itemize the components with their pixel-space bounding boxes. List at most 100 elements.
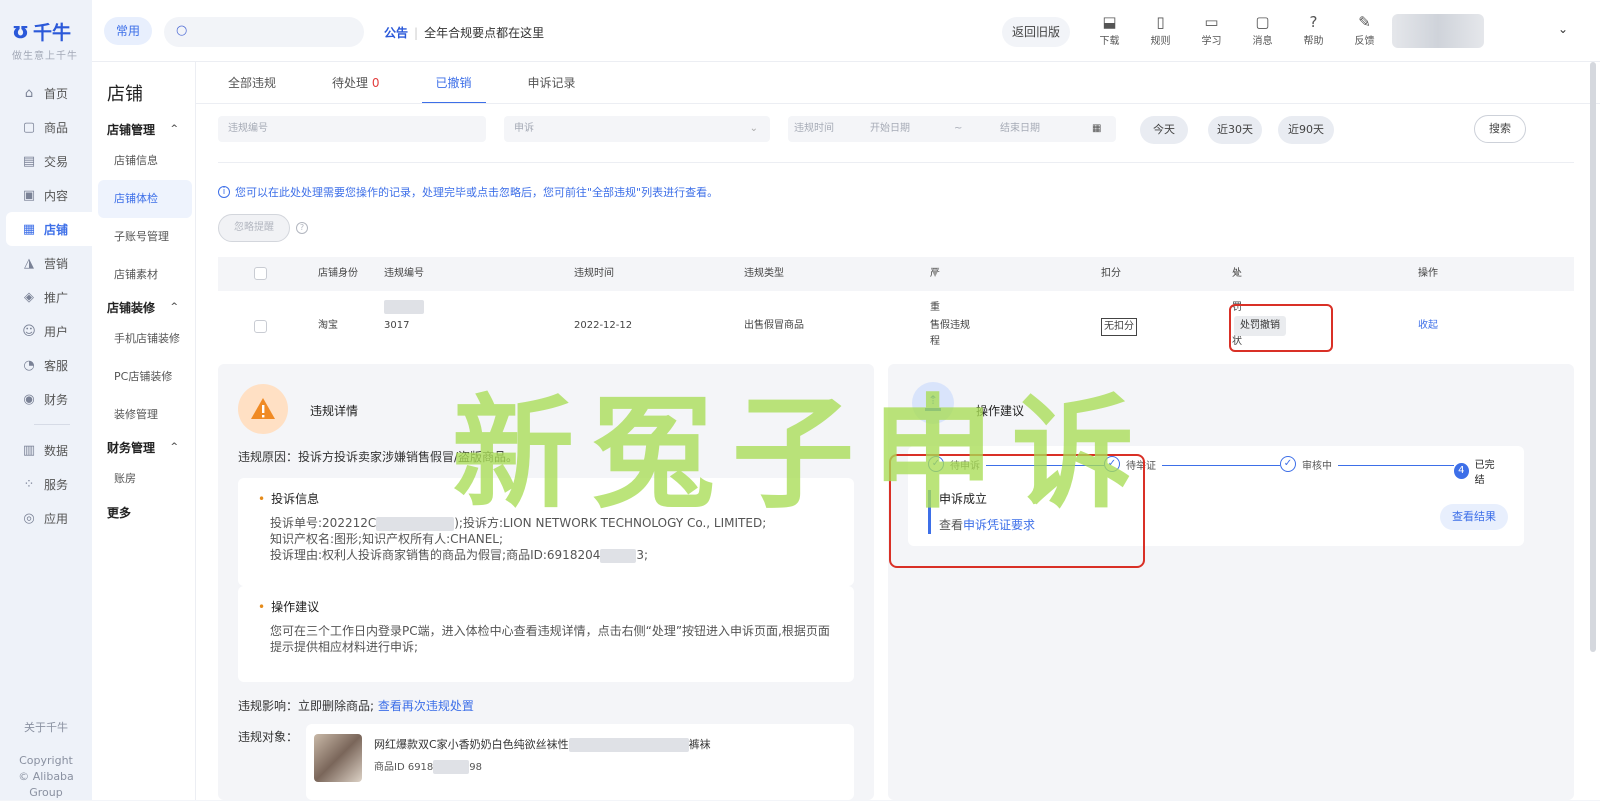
check-icon: ✓: [1280, 456, 1296, 472]
subnav-item[interactable]: PC店铺装修: [98, 358, 192, 396]
col-identity: 店铺身份: [318, 268, 358, 279]
nav-item-finance[interactable]: ◉ 财务: [6, 382, 92, 416]
ignore-reminder-button[interactable]: 忽略提醒: [218, 214, 290, 242]
filter-icon[interactable]: ▼: [1234, 257, 1240, 291]
scrollbar[interactable]: [1590, 62, 1596, 652]
step-reviewing: ✓ 审核中: [1280, 456, 1338, 472]
today-button[interactable]: 今天: [1140, 116, 1188, 144]
chevron-down-icon: ⌄: [749, 123, 758, 134]
calendar-icon[interactable]: ▦: [1092, 116, 1101, 142]
subnav-item[interactable]: 账房: [98, 460, 192, 498]
subnav-item[interactable]: 店铺素材: [98, 256, 192, 294]
toolbar-feedback-button[interactable]: ✎ 反馈: [1339, 12, 1390, 47]
user-icon: ☺: [22, 323, 36, 339]
user-avatar[interactable]: [1392, 14, 1484, 48]
col-violation-type: 违规类型: [744, 268, 784, 279]
nav-item-content[interactable]: ▣ 内容: [6, 178, 92, 212]
violation-impact: 违规影响：立即删除商品; 查看再次违规处置: [238, 697, 474, 714]
redacted-block: [600, 548, 637, 563]
promote-icon: ◈: [24, 289, 34, 305]
subnav-item[interactable]: 装修管理: [98, 396, 192, 434]
nav-item-data[interactable]: ▥ 数据: [6, 433, 92, 467]
toolbar-label: 下载: [1099, 36, 1120, 47]
select-all-checkbox[interactable]: [254, 267, 267, 280]
violation-id-input[interactable]: 违规编号: [218, 116, 486, 142]
nav-item-label: 推广: [44, 290, 69, 305]
chevron-up-icon: ^: [170, 442, 178, 452]
toolbar-label: 帮助: [1303, 36, 1324, 47]
copyright-line-2: © Alibaba Group: [18, 770, 74, 799]
subnav-item[interactable]: 店铺信息: [98, 142, 192, 180]
subnav-group[interactable]: 财务管理 ^: [92, 434, 196, 460]
subnav-group[interactable]: 店铺管理 ^: [92, 116, 196, 142]
start-date-input[interactable]: 开始日期: [870, 116, 910, 142]
last-30-days-button[interactable]: 近30天: [1208, 116, 1262, 144]
search-input[interactable]: ○: [164, 17, 364, 47]
learn-icon: ▭: [1204, 13, 1219, 31]
filter-icon[interactable]: ▼: [932, 257, 938, 291]
nav-item-trade[interactable]: ▤ 交易: [6, 144, 92, 178]
product-thumbnail[interactable]: [314, 734, 362, 782]
violation-target-card[interactable]: 网红爆款双C家小香奶奶白色纯欲丝袜性 裤袜 商品ID 6918 98: [306, 724, 854, 800]
subnav-group[interactable]: 店铺装修 ^: [92, 294, 196, 320]
toolbar-message-button[interactable]: ▢ 消息: [1237, 12, 1288, 47]
tab-bar: 全部违规 待处理 0 已撤销 申诉记录: [228, 62, 632, 104]
impact-text: 立即删除商品;: [298, 699, 375, 713]
redacted-block: [433, 760, 470, 774]
row-checkbox[interactable]: [254, 320, 267, 333]
toolbar-learn-button[interactable]: ▭ 学习: [1186, 12, 1237, 47]
operation-advice-card: • 操作建议 您可在三个工作日内登录PC端，进入体检中心查看违规详情，点击右侧“处…: [238, 586, 854, 682]
nav-item-marketing[interactable]: ◮ 营销: [6, 246, 92, 280]
highlight-box-result: [889, 454, 1145, 568]
about-link[interactable]: 关于千牛: [0, 719, 92, 735]
cell-severity: 售假违规: [930, 320, 970, 331]
subnav-list: 店铺管理 ^ 店铺信息 店铺体检 子账号管理 店铺素材 店铺装修 ^ 手机店铺装修 PC店铺装修装…: [92, 116, 196, 528]
tab-pending[interactable]: 待处理 0: [332, 62, 379, 104]
subnav-item[interactable]: 店铺体检: [98, 180, 192, 218]
tab-all-violations[interactable]: 全部违规: [228, 62, 276, 104]
advice-line-2: 提示提供相应材料进行申诉;: [270, 640, 419, 654]
complaint-info-card: • 投诉信息 投诉单号:202212C);投诉方:LION NETWORK TEC…: [238, 478, 854, 586]
collapse-link[interactable]: 收起: [1418, 300, 1438, 352]
end-date-input[interactable]: 结束日期: [1000, 116, 1040, 142]
subnav-group-label: 店铺装修: [107, 300, 156, 315]
notice-bar[interactable]: 公告 | 全年合规要点都在这里: [384, 24, 544, 41]
subnav-item[interactable]: 子账号管理: [98, 218, 192, 256]
violation-reason: 违规原因：投诉方投诉卖家涉嫌销售假冒/盗版商品。: [238, 450, 519, 464]
step-completed: 4 已完结: [1454, 456, 1508, 486]
subnav-group-label: 店铺管理: [107, 122, 156, 137]
warning-icon: [238, 384, 288, 434]
nav-item-promote[interactable]: ◈ 推广: [6, 280, 92, 314]
subnav-more[interactable]: 更多: [92, 498, 196, 528]
view-result-button[interactable]: 查看结果: [1440, 504, 1508, 530]
search-button[interactable]: 搜索: [1474, 115, 1526, 143]
subnav-item[interactable]: 手机店铺装修: [98, 320, 192, 358]
tab-appeal-records[interactable]: 申诉记录: [528, 62, 576, 104]
qianniu-logo[interactable]: ʊ 千牛 做生意上千牛: [12, 18, 84, 62]
nav-item-goods[interactable]: ▢ 商品: [6, 110, 92, 144]
nav-item-service[interactable]: ◔ 客服: [6, 348, 92, 382]
brand-slogan: 做生意上千牛: [12, 51, 78, 62]
common-button[interactable]: 常用: [104, 17, 152, 45]
col-violation-id: 违规编号: [384, 268, 424, 279]
nav-item-shop[interactable]: ▦ 店铺: [6, 212, 92, 246]
tab-revoked[interactable]: 已撤销: [421, 62, 486, 104]
old-version-button[interactable]: 返回旧版: [1002, 17, 1070, 47]
toolbar-help-button[interactable]: ? 帮助: [1288, 12, 1339, 47]
toolbar-rules-button[interactable]: ▯ 规则: [1135, 12, 1186, 47]
nav-item-apps[interactable]: ◎ 应用: [6, 501, 92, 535]
date-range-picker[interactable]: 违规时间 开始日期 ~ 结束日期 ▦: [788, 116, 1116, 142]
violation-type-select[interactable]: 申诉 ⌄: [504, 116, 770, 142]
complaint-line-3: 投诉理由:权利人投诉商家销售的商品为假冒;商品ID:6918204 3;: [270, 548, 649, 563]
top-bar: 常用 ○ 公告 | 全年合规要点都在这里 返回旧版 ⬓ 下载 ▯ 规则 ▭ 学习 ▢ 消息? 帮…: [92, 0, 1600, 62]
redacted-block: [384, 300, 424, 314]
nav-item-user[interactable]: ☺ 用户: [6, 314, 92, 348]
repeat-violation-link[interactable]: 查看再次违规处置: [378, 699, 474, 713]
last-90-days-button[interactable]: 近90天: [1278, 116, 1334, 144]
chevron-down-icon[interactable]: ⌄: [1558, 22, 1568, 36]
nav-item-home[interactable]: ⌂ 首页: [6, 76, 92, 110]
help-icon[interactable]: ?: [296, 222, 308, 234]
nav-item-services[interactable]: ⁘ 服务: [6, 467, 92, 501]
toolbar-download-button[interactable]: ⬓ 下载: [1084, 12, 1135, 47]
nav-item-label: 内容: [44, 188, 69, 203]
